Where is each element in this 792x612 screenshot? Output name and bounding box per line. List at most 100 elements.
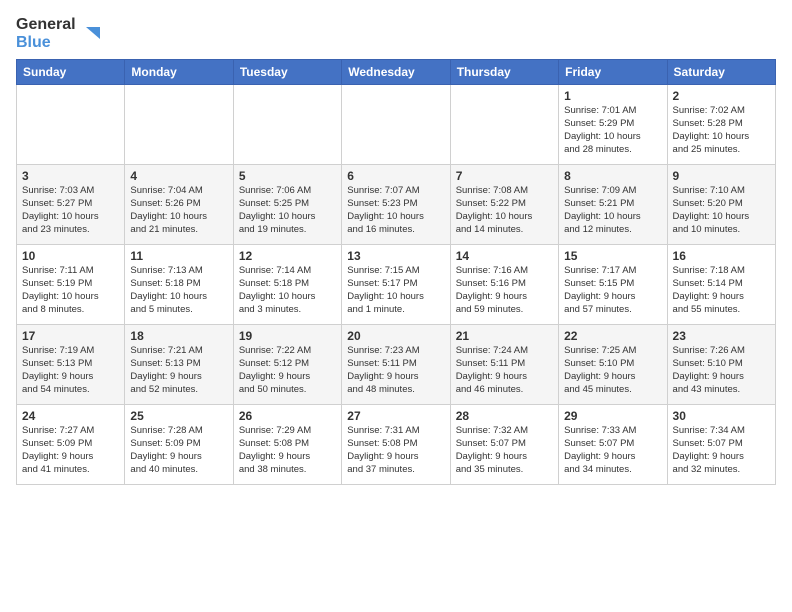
day-info: Sunrise: 7:13 AM Sunset: 5:18 PM Dayligh…: [130, 265, 227, 316]
day-number: 1: [564, 89, 661, 103]
day-cell: 25Sunrise: 7:28 AM Sunset: 5:09 PM Dayli…: [125, 405, 233, 485]
day-cell: 23 Sunrise: 7:26 AM Sunset: 5:10 PM Dayli…: [667, 325, 775, 405]
day-cell: 7Sunrise: 7:08 AM Sunset: 5:22 PM Daylig…: [450, 165, 558, 245]
day-info: Sunrise: 7:09 AM Sunset: 5:21 PM Dayligh…: [564, 185, 661, 236]
day-info: Sunrise: 7:26 AM Sunset: 5:10 PM Dayligh…: [673, 345, 770, 396]
week-row-1: 1 Sunrise: 7:01 AM Sunset: 5:29 PM Daylig…: [17, 85, 776, 165]
day-number: 23: [673, 329, 770, 343]
day-cell: 20 Sunrise: 7:23 AM Sunset: 5:11 PM Dayli…: [342, 325, 450, 405]
day-number: 16: [673, 249, 770, 263]
day-number: 3: [22, 169, 119, 183]
day-number: 25: [130, 409, 227, 423]
day-cell: [450, 85, 558, 165]
day-cell: [17, 85, 125, 165]
weekday-header-sunday: Sunday: [17, 60, 125, 85]
day-number: 28: [456, 409, 553, 423]
day-number: 26: [239, 409, 336, 423]
weekday-header-monday: Monday: [125, 60, 233, 85]
day-info: Sunrise: 7:29 AM Sunset: 5:08 PM Dayligh…: [239, 425, 336, 476]
logo-general: General: [16, 16, 76, 34]
day-cell: 12 Sunrise: 7:14 AM Sunset: 5:18 PM Dayli…: [233, 245, 341, 325]
day-number: 8: [564, 169, 661, 183]
day-cell: 8 Sunrise: 7:09 AM Sunset: 5:21 PM Daylig…: [559, 165, 667, 245]
day-info: Sunrise: 7:10 AM Sunset: 5:20 PM Dayligh…: [673, 185, 770, 236]
day-info: Sunrise: 7:22 AM Sunset: 5:12 PM Dayligh…: [239, 345, 336, 396]
day-cell: 1 Sunrise: 7:01 AM Sunset: 5:29 PM Daylig…: [559, 85, 667, 165]
weekday-header-wednesday: Wednesday: [342, 60, 450, 85]
day-cell: 14Sunrise: 7:16 AM Sunset: 5:16 PM Dayli…: [450, 245, 558, 325]
day-cell: 3 Sunrise: 7:03 AM Sunset: 5:27 PM Daylig…: [17, 165, 125, 245]
day-info: Sunrise: 7:08 AM Sunset: 5:22 PM Dayligh…: [456, 185, 553, 236]
day-cell: 2 Sunrise: 7:02 AM Sunset: 5:28 PM Daylig…: [667, 85, 775, 165]
day-cell: 30 Sunrise: 7:34 AM Sunset: 5:07 PM Dayli…: [667, 405, 775, 485]
day-info: Sunrise: 7:01 AM Sunset: 5:29 PM Dayligh…: [564, 105, 661, 156]
day-number: 9: [673, 169, 770, 183]
day-info: Sunrise: 7:04 AM Sunset: 5:26 PM Dayligh…: [130, 185, 227, 236]
weekday-header-friday: Friday: [559, 60, 667, 85]
day-info: Sunrise: 7:11 AM Sunset: 5:19 PM Dayligh…: [22, 265, 119, 316]
day-info: Sunrise: 7:19 AM Sunset: 5:13 PM Dayligh…: [22, 345, 119, 396]
day-number: 19: [239, 329, 336, 343]
logo-blue: Blue: [16, 34, 76, 52]
day-number: 21: [456, 329, 553, 343]
day-number: 5: [239, 169, 336, 183]
day-cell: 10 Sunrise: 7:11 AM Sunset: 5:19 PM Dayli…: [17, 245, 125, 325]
day-cell: 24 Sunrise: 7:27 AM Sunset: 5:09 PM Dayli…: [17, 405, 125, 485]
day-number: 17: [22, 329, 119, 343]
day-info: Sunrise: 7:17 AM Sunset: 5:15 PM Dayligh…: [564, 265, 661, 316]
day-info: Sunrise: 7:34 AM Sunset: 5:07 PM Dayligh…: [673, 425, 770, 476]
day-cell: 9 Sunrise: 7:10 AM Sunset: 5:20 PM Daylig…: [667, 165, 775, 245]
day-number: 29: [564, 409, 661, 423]
day-info: Sunrise: 7:15 AM Sunset: 5:17 PM Dayligh…: [347, 265, 444, 316]
day-number: 15: [564, 249, 661, 263]
day-cell: 26 Sunrise: 7:29 AM Sunset: 5:08 PM Dayli…: [233, 405, 341, 485]
day-cell: [342, 85, 450, 165]
day-cell: [125, 85, 233, 165]
day-info: Sunrise: 7:02 AM Sunset: 5:28 PM Dayligh…: [673, 105, 770, 156]
day-info: Sunrise: 7:31 AM Sunset: 5:08 PM Dayligh…: [347, 425, 444, 476]
day-number: 12: [239, 249, 336, 263]
day-number: 6: [347, 169, 444, 183]
day-cell: 15 Sunrise: 7:17 AM Sunset: 5:15 PM Dayli…: [559, 245, 667, 325]
day-cell: 19 Sunrise: 7:22 AM Sunset: 5:12 PM Dayli…: [233, 325, 341, 405]
day-number: 30: [673, 409, 770, 423]
day-info: Sunrise: 7:23 AM Sunset: 5:11 PM Dayligh…: [347, 345, 444, 396]
day-cell: 18Sunrise: 7:21 AM Sunset: 5:13 PM Dayli…: [125, 325, 233, 405]
day-number: 4: [130, 169, 227, 183]
day-info: Sunrise: 7:14 AM Sunset: 5:18 PM Dayligh…: [239, 265, 336, 316]
day-info: Sunrise: 7:27 AM Sunset: 5:09 PM Dayligh…: [22, 425, 119, 476]
day-number: 2: [673, 89, 770, 103]
calendar-table: SundayMondayTuesdayWednesdayThursdayFrid…: [16, 59, 776, 485]
day-number: 24: [22, 409, 119, 423]
week-row-5: 24 Sunrise: 7:27 AM Sunset: 5:09 PM Dayli…: [17, 405, 776, 485]
weekday-header-row: SundayMondayTuesdayWednesdayThursdayFrid…: [17, 60, 776, 85]
day-cell: 5Sunrise: 7:06 AM Sunset: 5:25 PM Daylig…: [233, 165, 341, 245]
day-info: Sunrise: 7:25 AM Sunset: 5:10 PM Dayligh…: [564, 345, 661, 396]
day-info: Sunrise: 7:24 AM Sunset: 5:11 PM Dayligh…: [456, 345, 553, 396]
week-row-2: 3 Sunrise: 7:03 AM Sunset: 5:27 PM Daylig…: [17, 165, 776, 245]
day-info: Sunrise: 7:18 AM Sunset: 5:14 PM Dayligh…: [673, 265, 770, 316]
logo-triangle-icon: [80, 23, 102, 45]
day-cell: 11Sunrise: 7:13 AM Sunset: 5:18 PM Dayli…: [125, 245, 233, 325]
weekday-header-tuesday: Tuesday: [233, 60, 341, 85]
day-cell: 22Sunrise: 7:25 AM Sunset: 5:10 PM Dayli…: [559, 325, 667, 405]
week-row-4: 17 Sunrise: 7:19 AM Sunset: 5:13 PM Dayli…: [17, 325, 776, 405]
day-number: 18: [130, 329, 227, 343]
day-number: 27: [347, 409, 444, 423]
day-info: Sunrise: 7:03 AM Sunset: 5:27 PM Dayligh…: [22, 185, 119, 236]
day-info: Sunrise: 7:33 AM Sunset: 5:07 PM Dayligh…: [564, 425, 661, 476]
day-info: Sunrise: 7:07 AM Sunset: 5:23 PM Dayligh…: [347, 185, 444, 236]
logo: General Blue: [16, 16, 102, 51]
day-cell: 4 Sunrise: 7:04 AM Sunset: 5:26 PM Daylig…: [125, 165, 233, 245]
week-row-3: 10 Sunrise: 7:11 AM Sunset: 5:19 PM Dayli…: [17, 245, 776, 325]
day-cell: [233, 85, 341, 165]
page-header: General Blue: [16, 16, 776, 51]
day-number: 14: [456, 249, 553, 263]
day-number: 10: [22, 249, 119, 263]
day-cell: 16 Sunrise: 7:18 AM Sunset: 5:14 PM Dayli…: [667, 245, 775, 325]
day-cell: 17 Sunrise: 7:19 AM Sunset: 5:13 PM Dayli…: [17, 325, 125, 405]
day-number: 20: [347, 329, 444, 343]
day-number: 13: [347, 249, 444, 263]
day-cell: 6 Sunrise: 7:07 AM Sunset: 5:23 PM Daylig…: [342, 165, 450, 245]
day-cell: 29 Sunrise: 7:33 AM Sunset: 5:07 PM Dayli…: [559, 405, 667, 485]
